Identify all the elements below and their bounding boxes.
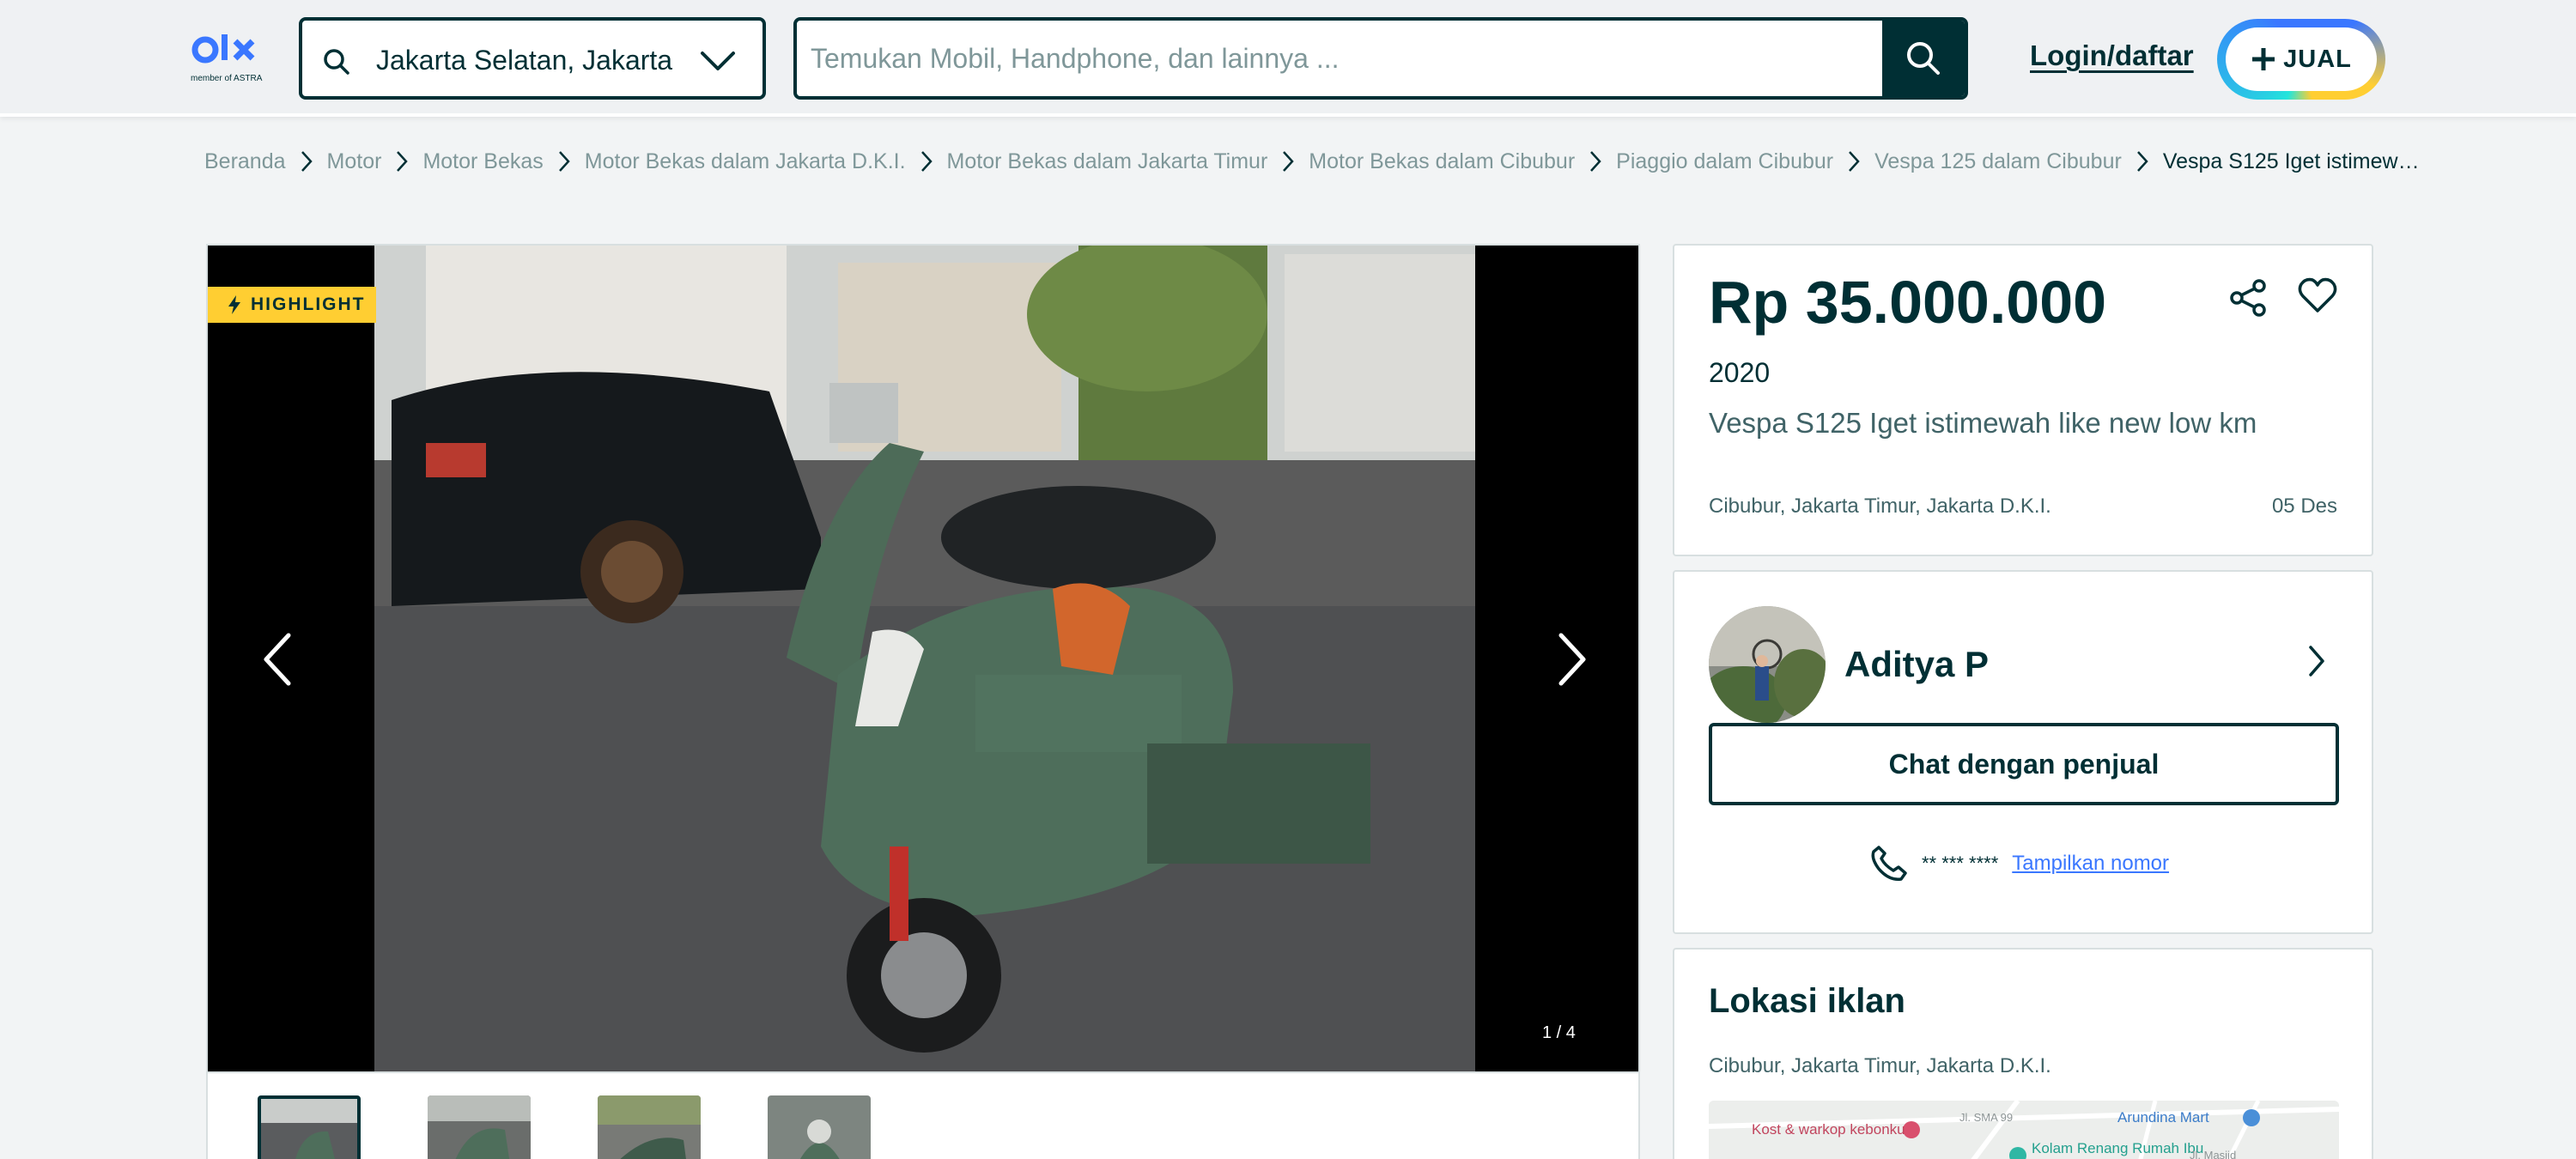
show-number-link[interactable]: Tampilkan nomor <box>2012 852 2169 876</box>
chevron-right-icon[interactable] <box>1554 632 1589 687</box>
heart-icon[interactable] <box>2298 276 2337 314</box>
chevron-right-icon <box>2134 149 2151 173</box>
image-counter: 1 / 4 <box>1542 1023 1576 1042</box>
breadcrumb-item-current: Vespa S125 Iget istimew… <box>2162 149 2420 173</box>
ad-location: Cibubur, Jakarta Timur, Jakarta D.K.I. <box>1709 495 2051 518</box>
map-label-arundina: Arundina Mart <box>2117 1109 2209 1126</box>
chevron-down-icon[interactable] <box>697 43 738 77</box>
price: Rp 35.000.000 <box>1709 269 2107 336</box>
phone-row: ** *** **** Tampilkan nomor <box>1870 843 2169 884</box>
location-value: Jakarta Selatan, Jakarta <box>376 45 673 76</box>
breadcrumb-item-jakarta-dki[interactable]: Motor Bekas dalam Jakarta D.K.I. <box>585 149 906 174</box>
listing-photo[interactable] <box>374 246 1475 1073</box>
image-gallery: HIGHLIGHT 1 / 4 <box>206 244 1640 1073</box>
avatar[interactable] <box>1709 606 1826 723</box>
highlight-label: HIGHLIGHT <box>251 294 366 314</box>
chevron-right-icon <box>918 149 935 173</box>
chevron-right-icon <box>1845 149 1862 173</box>
map-label-jl-masjid: Jl. Masjid <box>2190 1149 2237 1159</box>
location-card: Lokasi iklan Cibubur, Jakarta Timur, Jak… <box>1673 948 2373 1159</box>
breadcrumb-item-motor[interactable]: Motor <box>327 149 382 174</box>
location-map[interactable]: Kost & warkop kebonku Arundina Mart Kola… <box>1709 1101 2339 1159</box>
phone-icon <box>1871 846 1907 881</box>
bolt-icon <box>228 295 240 314</box>
chevron-left-icon[interactable] <box>261 632 295 687</box>
location-title: Lokasi iklan <box>1709 982 1905 1020</box>
search-button[interactable] <box>1882 21 1965 96</box>
map-label-jl-sma: Jl. SMA 99 <box>1959 1111 2014 1124</box>
thumbnail-1[interactable] <box>258 1095 361 1159</box>
plus-icon <box>2252 48 2275 70</box>
search-icon <box>1907 42 1940 75</box>
thumbnail-2[interactable] <box>428 1095 531 1159</box>
search-icon <box>324 49 349 75</box>
location-address: Cibubur, Jakarta Timur, Jakarta D.K.I. <box>1709 1054 2051 1077</box>
breadcrumb-item-jakarta-timur[interactable]: Motor Bekas dalam Jakarta Timur <box>947 149 1268 174</box>
ad-date: 05 Des <box>2271 495 2337 518</box>
ad-year: 2020 <box>1709 357 1771 388</box>
chevron-right-icon <box>1279 149 1297 173</box>
seller-card: Aditya P Chat dengan penjual ** *** ****… <box>1673 570 2373 934</box>
breadcrumb-item-home[interactable]: Beranda <box>204 149 286 174</box>
highlight-badge: HIGHLIGHT <box>208 287 376 323</box>
ad-title: Vespa S125 Iget istimewah like new low k… <box>1709 407 2257 439</box>
login-link[interactable]: Login/daftar <box>2030 39 2194 72</box>
seller-name[interactable]: Aditya P <box>1844 644 1989 685</box>
price-card: Rp 35.000.000 2020 Vespa S125 Iget istim… <box>1673 244 2373 556</box>
search-input[interactable] <box>797 21 1886 96</box>
breadcrumb-item-cibubur[interactable]: Motor Bekas dalam Cibubur <box>1309 149 1575 174</box>
share-icon[interactable] <box>2229 278 2269 318</box>
top-header: member of ASTRA Jakarta Selatan, Jakarta… <box>0 0 2576 117</box>
chat-seller-button[interactable]: Chat dengan penjual <box>1709 723 2339 805</box>
chevron-right-icon <box>393 149 410 173</box>
masked-phone: ** *** **** <box>1922 853 1999 874</box>
chevron-right-icon <box>1587 149 1604 173</box>
logo-subtitle: member of ASTRA <box>191 74 263 83</box>
sell-label: JUAL <box>2283 45 2352 73</box>
sell-button[interactable]: JUAL <box>2217 19 2385 100</box>
map-label-kolam: Kolam Renang Rumah Ibu <box>2032 1140 2204 1156</box>
map-label-kost: Kost & warkop kebonku <box>1752 1121 1905 1138</box>
chevron-right-icon[interactable] <box>2306 644 2327 678</box>
breadcrumb-item-piaggio[interactable]: Piaggio dalam Cibubur <box>1616 149 1833 174</box>
thumbnail-strip <box>206 1073 1640 1159</box>
breadcrumb-item-motor-bekas[interactable]: Motor Bekas <box>422 149 543 174</box>
thumbnail-4[interactable] <box>768 1095 871 1159</box>
breadcrumb: Beranda Motor Motor Bekas Motor Bekas da… <box>204 148 2420 175</box>
chevron-right-icon <box>556 149 573 173</box>
thumbnail-3[interactable] <box>598 1095 701 1159</box>
chevron-right-icon <box>298 149 315 173</box>
location-selector[interactable]: Jakarta Selatan, Jakarta <box>299 17 766 100</box>
search-bar <box>793 17 1968 100</box>
sell-button-inner: JUAL <box>2226 27 2377 91</box>
breadcrumb-item-vespa-125[interactable]: Vespa 125 dalam Cibubur <box>1874 149 2122 174</box>
